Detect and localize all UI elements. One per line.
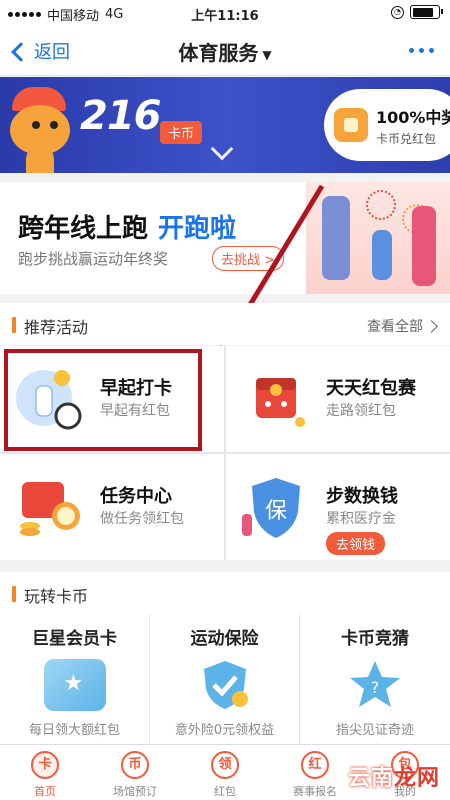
tab-label: 赛事报名	[293, 785, 337, 798]
more-dot-icon	[419, 48, 424, 53]
member-card-icon: ★	[43, 659, 106, 711]
section-marker	[12, 317, 16, 333]
tab-label: 红包	[214, 785, 236, 798]
run-title-highlight: 开跑啦	[158, 214, 237, 244]
red-envelope-icon	[334, 108, 368, 142]
run-title: 跨年线上跑 开跑啦	[18, 208, 236, 245]
rotation-lock-icon: ◔	[391, 5, 404, 19]
play-item-sports-insurance[interactable]: 运动保险 意外险0元领权益 20卡币	[150, 614, 299, 759]
activity-subtitle: 走路领红包	[326, 403, 396, 419]
activity-title: 步数换钱	[326, 486, 398, 507]
watermark-text: 云南	[347, 766, 394, 791]
run-promo[interactable]: 跨年线上跑 开跑啦 跑步挑战赢运动年终奖 去挑战 >	[0, 182, 450, 294]
page-title-text: 体育服务	[178, 41, 259, 65]
chevron-right-icon	[425, 319, 438, 333]
watermark-accent: 龙网	[393, 766, 440, 791]
run-subtitle: 跑步挑战赢运动年终奖	[18, 250, 169, 268]
home-tab-icon: 卡	[31, 751, 59, 779]
svg-text:?: ?	[371, 678, 380, 697]
coin-banner[interactable]: 216 卡币 100%中奖 卡币兑红包	[0, 77, 450, 173]
play-item-star-membership[interactable]: 巨星会员卡 ★ 每日领大额红包 9.9元+188卡币	[0, 614, 149, 759]
tab-red-packet[interactable]: 领 红包	[180, 745, 270, 800]
activity-title: 任务中心	[100, 486, 172, 507]
prize-card[interactable]: 100%中奖 卡币兑红包	[324, 89, 450, 161]
play-item-title: 运动保险	[190, 629, 259, 649]
prize-title: 100%中奖	[376, 107, 450, 127]
play-coins-row: 巨星会员卡 ★ 每日领大额红包 9.9元+188卡币 运动保险 意外险0元领权益…	[0, 614, 450, 759]
watermark-logo: 云南龙网	[348, 760, 440, 792]
nav-bar: 返回 体育服务 ▼	[0, 26, 450, 76]
tab-label: 首页	[34, 785, 56, 798]
claim-cash-button[interactable]: 去领钱	[326, 532, 386, 555]
clock: 上午11:16	[191, 9, 259, 24]
task-center-illustration	[20, 482, 80, 536]
prize-subtitle: 卡币兑红包	[376, 131, 437, 146]
play-item-title: 卡币竞猜	[341, 629, 409, 649]
play-coins-title: 玩转卡币	[24, 587, 89, 606]
activity-title: 天天红包赛	[326, 378, 416, 399]
status-right: ◔	[391, 5, 443, 19]
coin-unit-badge: 卡币	[160, 121, 203, 144]
more-button[interactable]	[409, 48, 434, 53]
activity-subtitle: 累积医疗金	[326, 511, 396, 527]
shield-badge-char: 保	[265, 499, 287, 524]
insurance-shield-illustration: 保	[242, 478, 300, 538]
section-marker	[12, 586, 16, 602]
activity-daily-red-packet[interactable]: 天天红包赛 走路领红包	[226, 346, 450, 452]
highlight-box	[4, 349, 202, 451]
battery-icon	[410, 5, 443, 19]
quiz-star-icon: ?	[344, 659, 406, 711]
mascot-illustration	[6, 87, 76, 173]
status-bar: 中国移动 4G 上午11:16 ◔	[0, 0, 450, 26]
runners-illustration	[306, 182, 450, 294]
play-item-subtitle: 指尖见证奇迹	[335, 723, 414, 738]
activity-steps-to-cash[interactable]: 保 步数换钱 累积医疗金 去领钱	[226, 454, 450, 560]
tab-event-signup[interactable]: 红 赛事报名	[270, 745, 360, 800]
red-packet-tab-icon: 领	[211, 751, 239, 779]
recommended-header: 推荐活动 查看全部	[0, 303, 450, 345]
page-title[interactable]: 体育服务 ▼	[0, 37, 450, 66]
play-coins-header: 玩转卡币	[0, 572, 450, 614]
recommended-title: 推荐活动	[24, 318, 89, 337]
view-all-label: 查看全部	[367, 319, 423, 335]
tab-home[interactable]: 卡 首页	[0, 745, 90, 800]
insurance-check-icon	[194, 659, 256, 711]
play-item-coin-quiz[interactable]: 卡币竞猜 ? 指尖见证奇迹 10卡币	[300, 614, 450, 759]
venue-tab-icon: 币	[121, 751, 149, 779]
tab-venue-booking[interactable]: 币 场馆预订	[90, 745, 180, 800]
challenge-button[interactable]: 去挑战 >	[212, 246, 285, 271]
caret-down-icon: ▼	[262, 47, 272, 62]
event-tab-icon: 红	[301, 751, 329, 779]
activity-task-center[interactable]: 任务中心 做任务领红包	[0, 454, 224, 560]
activity-subtitle: 做任务领红包	[100, 511, 184, 527]
play-item-title: 巨星会员卡	[32, 629, 117, 649]
play-item-subtitle: 每日领大额红包	[28, 723, 120, 738]
chevron-down-icon[interactable]	[210, 137, 234, 161]
more-dot-icon	[429, 48, 434, 53]
run-title-main: 跨年线上跑	[18, 214, 149, 244]
coin-count: 216	[80, 93, 161, 139]
red-packet-illustration	[256, 378, 305, 427]
view-all-link[interactable]: 查看全部	[367, 316, 438, 336]
tab-label: 场馆预订	[113, 785, 157, 798]
play-item-subtitle: 意外险0元领权益	[174, 723, 275, 738]
more-dot-icon	[409, 48, 414, 53]
